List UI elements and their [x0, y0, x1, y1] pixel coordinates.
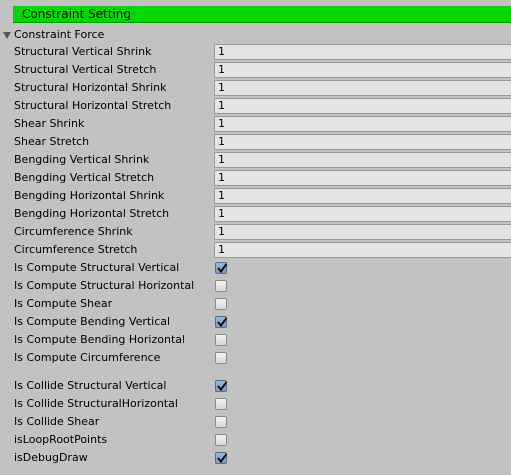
checkbox[interactable]	[215, 380, 228, 392]
toggle-row-is-compute-shear: Is Compute Shear	[0, 295, 511, 313]
field-row-structural-horizontal-shrink: Structural Horizontal Shrink 1	[0, 79, 511, 97]
field-row-bengding-vertical-shrink: Bengding Vertical Shrink 1	[0, 151, 511, 169]
property-list: Structural Vertical Shrink 1 Structural Ve…	[0, 43, 511, 467]
number-input[interactable]: 1	[214, 242, 511, 258]
checkmark-icon	[217, 381, 228, 392]
checkbox[interactable]	[215, 416, 227, 428]
number-input[interactable]: 1	[214, 80, 511, 96]
field-row-bengding-horizontal-stretch: Bengding Horizontal Stretch 1	[0, 205, 511, 223]
field-label: Circumference Stretch	[14, 243, 138, 256]
toggle-label: Is Compute Bending Vertical	[14, 315, 171, 328]
toggle-row-islooprootpoints: isLoopRootPoints	[0, 431, 511, 449]
checkmark-icon	[217, 453, 228, 464]
field-label: Bengding Vertical Stretch	[14, 171, 155, 184]
toggle-label: Is Compute Bending Horizontal	[14, 333, 186, 346]
toggle-label: Is Collide StructuralHorizontal	[14, 397, 178, 410]
toggle-label: Is Collide Shear	[14, 415, 100, 428]
foldout-label: Constraint Force	[14, 28, 105, 41]
field-label: Structural Horizontal Shrink	[14, 81, 167, 94]
field-row-bengding-horizontal-shrink: Bengding Horizontal Shrink 1	[0, 187, 511, 205]
toggle-row-is-compute-circumference: Is Compute Circumference	[0, 349, 511, 367]
field-label: Bengding Vertical Shrink	[14, 153, 150, 166]
field-row-structural-vertical-stretch: Structural Vertical Stretch 1	[0, 61, 511, 79]
field-label: Circumference Shrink	[14, 225, 133, 238]
checkbox[interactable]	[215, 334, 227, 346]
checkbox[interactable]	[215, 262, 228, 274]
checkbox[interactable]	[215, 398, 227, 410]
field-row-shear-stretch: Shear Stretch 1	[0, 133, 511, 151]
field-label: Bengding Horizontal Stretch	[14, 207, 170, 220]
toggle-row-isdebugdraw: isDebugDraw	[0, 449, 511, 467]
field-label: Shear Stretch	[14, 135, 90, 148]
field-label: Structural Vertical Stretch	[14, 63, 157, 76]
number-input[interactable]: 1	[214, 224, 511, 240]
toggle-label: isLoopRootPoints	[14, 433, 108, 446]
checkbox[interactable]	[215, 352, 227, 364]
toggle-row-is-collide-structural-vertical: Is Collide Structural Vertical	[0, 377, 511, 395]
field-row-circumference-shrink: Circumference Shrink 1	[0, 223, 511, 241]
toggle-label: Is Compute Structural Vertical	[14, 261, 180, 274]
field-row-shear-shrink: Shear Shrink 1	[0, 115, 511, 133]
checkmark-icon	[217, 317, 228, 328]
toggle-row-is-compute-bending-vertical: Is Compute Bending Vertical	[0, 313, 511, 331]
toggle-label: Is Collide Structural Vertical	[14, 379, 167, 392]
field-row-structural-vertical-shrink: Structural Vertical Shrink 1	[0, 43, 511, 61]
number-input[interactable]: 1	[214, 62, 511, 78]
field-row-bengding-vertical-stretch: Bengding Vertical Stretch 1	[0, 169, 511, 187]
field-label: Structural Vertical Shrink	[14, 45, 152, 58]
toggle-row-is-compute-structural-vertical: Is Compute Structural Vertical	[0, 259, 511, 277]
field-label: Structural Horizontal Stretch	[14, 99, 172, 112]
toggle-label: Is Compute Structural Horizontal	[14, 279, 195, 292]
number-input[interactable]: 1	[214, 116, 511, 132]
toggle-row-is-collide-shear: Is Collide Shear	[0, 413, 511, 431]
number-input[interactable]: 1	[214, 188, 511, 204]
number-input[interactable]: 1	[214, 152, 511, 168]
field-row-circumference-stretch: Circumference Stretch 1	[0, 241, 511, 259]
number-input[interactable]: 1	[214, 134, 511, 150]
toggle-row-is-compute-bending-horizontal: Is Compute Bending Horizontal	[0, 331, 511, 349]
checkbox[interactable]	[215, 434, 227, 446]
section-header: Constraint Setting	[13, 6, 511, 23]
section-title: Constraint Setting	[22, 7, 131, 21]
field-label: Shear Shrink	[14, 117, 85, 130]
number-input[interactable]: 1	[214, 170, 511, 186]
number-input[interactable]: 1	[214, 98, 511, 114]
field-row-structural-horizontal-stretch: Structural Horizontal Stretch 1	[0, 97, 511, 115]
toggle-label: isDebugDraw	[14, 451, 88, 464]
checkbox[interactable]	[215, 280, 227, 292]
checkmark-icon	[217, 263, 228, 274]
checkbox[interactable]	[215, 316, 228, 328]
number-input[interactable]: 1	[214, 206, 511, 222]
number-input[interactable]: 1	[214, 44, 511, 60]
triangle-down-icon	[3, 31, 11, 39]
toggle-label: Is Compute Circumference	[14, 351, 161, 364]
foldout-constraint-force[interactable]: Constraint Force	[3, 26, 104, 44]
toggle-row-is-collide-structuralhorizontal: Is Collide StructuralHorizontal	[0, 395, 511, 413]
checkbox[interactable]	[215, 298, 227, 310]
field-label: Bengding Horizontal Shrink	[14, 189, 165, 202]
toggle-row-is-compute-structural-horizontal: Is Compute Structural Horizontal	[0, 277, 511, 295]
toggle-label: Is Compute Shear	[14, 297, 113, 310]
checkbox[interactable]	[215, 452, 228, 464]
